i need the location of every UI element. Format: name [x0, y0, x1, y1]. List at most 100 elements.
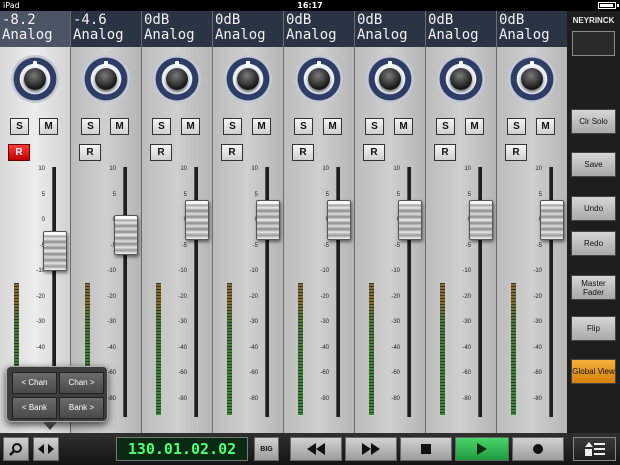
record-arm-button[interactable]: R — [434, 144, 456, 161]
pan-knob[interactable] — [437, 55, 485, 103]
channel-display[interactable]: -4.6 Analog — [71, 11, 141, 47]
record-arm-button[interactable]: R — [79, 144, 101, 161]
solo-button[interactable]: S — [294, 118, 313, 135]
redo-button[interactable]: Redo — [571, 231, 616, 256]
battery-icon — [598, 2, 616, 9]
flip-button[interactable]: Flip — [571, 316, 616, 341]
channel-mode-label: Analog — [73, 27, 124, 43]
channel-display[interactable]: 0dB Analog — [284, 11, 354, 47]
pan-knob[interactable] — [82, 55, 130, 103]
pan-knob[interactable] — [11, 55, 59, 103]
mute-button[interactable]: M — [39, 118, 58, 135]
solo-button[interactable]: S — [436, 118, 455, 135]
clr-solo-button[interactable]: Clr Solo — [571, 109, 616, 134]
scale-tick: -30 — [107, 319, 116, 325]
search-button[interactable] — [3, 437, 29, 461]
bank-prev-button[interactable]: < Bank — [12, 397, 57, 419]
scale-tick: 5 — [112, 191, 116, 198]
fader-scale: 1050-5-10-20-30-40-60-80 — [451, 166, 471, 416]
play-button[interactable] — [455, 437, 509, 461]
volume-fader-cap[interactable] — [43, 230, 67, 271]
scale-tick: 10 — [180, 166, 187, 172]
record-arm-button[interactable]: R — [221, 144, 243, 161]
channel-strip: 0dBAnalogSMR1050-5-10-20-30-40-60-80 — [284, 11, 355, 433]
rewind-button[interactable] — [290, 437, 342, 461]
solo-button[interactable]: S — [223, 118, 242, 135]
pan-knob[interactable] — [224, 55, 272, 103]
mute-button[interactable]: M — [252, 118, 271, 135]
record-arm-button[interactable]: R — [292, 144, 314, 161]
volume-fader-cap[interactable] — [256, 200, 280, 240]
scale-tick: 10 — [251, 166, 258, 172]
fast-forward-button[interactable] — [345, 437, 397, 461]
channel-display[interactable]: 0dB Analog — [355, 11, 425, 47]
scale-tick: -30 — [462, 319, 471, 325]
channel-display[interactable]: 0dB Analog — [426, 11, 496, 47]
channel-display[interactable]: -8.2 Analog — [0, 11, 70, 47]
pan-knob[interactable] — [295, 55, 343, 103]
bank-popup: < Chan Chan > < Bank Bank > — [6, 366, 108, 430]
global-view-button[interactable]: Global View — [571, 359, 616, 384]
volume-fader-cap[interactable] — [398, 200, 422, 240]
solo-button[interactable]: S — [10, 118, 29, 135]
scale-tick: -40 — [249, 344, 258, 351]
level-meter — [227, 283, 232, 415]
bank-next-button[interactable]: Bank > — [59, 397, 104, 419]
scale-tick: -60 — [107, 370, 116, 376]
fader-scale: 1050-5-10-20-30-40-60-80 — [238, 166, 258, 416]
record-arm-button[interactable]: R — [363, 144, 385, 161]
channel-strip: 0dBAnalogSMR1050-5-10-20-30-40-60-80 — [497, 11, 568, 433]
volume-fader-cap[interactable] — [540, 200, 564, 240]
mute-button[interactable]: M — [110, 118, 129, 135]
volume-fader-cap[interactable] — [185, 200, 209, 240]
scale-tick: -5 — [536, 242, 542, 249]
mute-button[interactable]: M — [394, 118, 413, 135]
scale-tick: -40 — [107, 344, 116, 351]
pan-knob[interactable] — [153, 55, 201, 103]
pan-knob[interactable] — [366, 55, 414, 103]
channel-level-readout: -8.2 — [2, 12, 36, 28]
solo-button[interactable]: S — [152, 118, 171, 135]
scale-tick: -80 — [533, 395, 542, 402]
scale-tick: -20 — [178, 293, 187, 300]
chan-next-button[interactable]: Chan > — [59, 372, 104, 394]
bank-toggle-button[interactable] — [33, 437, 59, 461]
solo-button[interactable]: S — [81, 118, 100, 135]
mute-button[interactable]: M — [465, 118, 484, 135]
volume-fader-cap[interactable] — [469, 200, 493, 240]
big-button[interactable]: BIG — [254, 437, 279, 461]
stop-button[interactable] — [400, 437, 452, 461]
channel-level-readout: 0dB — [357, 12, 383, 28]
record-arm-button[interactable]: R — [505, 144, 527, 161]
volume-fader-cap[interactable] — [114, 215, 138, 256]
mute-button[interactable]: M — [536, 118, 555, 135]
channel-display[interactable]: 0dB Analog — [497, 11, 567, 47]
scale-tick: -5 — [181, 242, 187, 249]
master-fader-button[interactable]: Master Fader — [571, 275, 616, 300]
undo-button[interactable]: Undo — [571, 196, 616, 221]
solo-button[interactable]: S — [507, 118, 526, 135]
scale-tick: -80 — [107, 395, 116, 402]
mute-button[interactable]: M — [181, 118, 200, 135]
mute-button[interactable]: M — [323, 118, 342, 135]
menu-button[interactable] — [573, 437, 616, 461]
scale-tick: -5 — [323, 242, 329, 249]
record-arm-button[interactable]: R — [8, 144, 30, 161]
record-arm-button[interactable]: R — [150, 144, 172, 161]
scale-tick: 0 — [41, 217, 45, 223]
search-icon — [9, 443, 22, 456]
right-panel: NEYRINCK Clr Solo Save Undo Redo Master Fade… — [567, 11, 620, 433]
record-button[interactable] — [512, 437, 564, 461]
chan-prev-button[interactable]: < Chan — [12, 372, 57, 394]
channel-display[interactable]: 0dB Analog — [142, 11, 212, 47]
scale-tick: -80 — [249, 395, 258, 402]
scale-tick: -20 — [36, 293, 45, 300]
save-button[interactable]: Save — [571, 152, 616, 177]
scale-tick: -40 — [391, 344, 400, 351]
pan-knob[interactable] — [508, 55, 556, 103]
solo-button[interactable]: S — [365, 118, 384, 135]
channel-display[interactable]: 0dB Analog — [213, 11, 283, 47]
scale-tick: -60 — [533, 370, 542, 376]
scale-tick: -80 — [462, 395, 471, 402]
volume-fader-cap[interactable] — [327, 200, 351, 240]
